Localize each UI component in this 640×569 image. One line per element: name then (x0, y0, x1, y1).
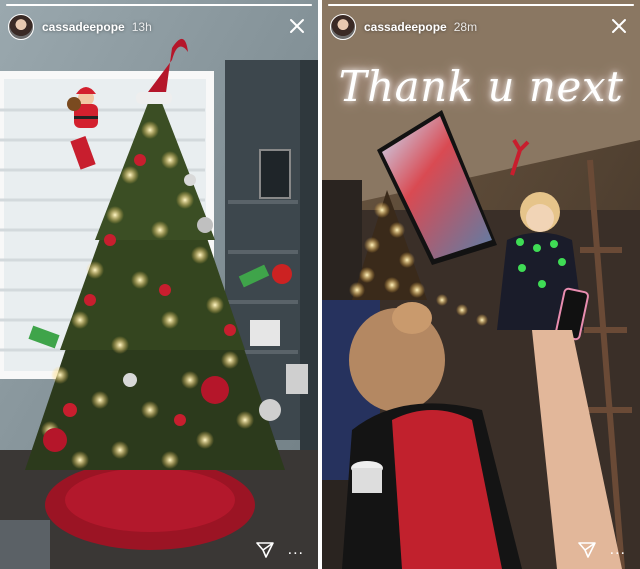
story-progress-fill (6, 4, 312, 6)
story-caption: Thank u next (338, 62, 624, 111)
avatar[interactable] (330, 14, 356, 40)
christmas-tree-photo (0, 0, 318, 569)
story-header: cassadeepope 13h (8, 12, 310, 42)
send-icon[interactable] (255, 541, 274, 559)
more-icon[interactable]: ... (288, 542, 304, 558)
story-progress-bar (328, 4, 634, 6)
story-progress-fill (328, 4, 634, 6)
close-icon[interactable] (608, 15, 630, 37)
timestamp: 28m (453, 20, 478, 34)
story-panel-left[interactable]: cassadeepope 13h ... (0, 0, 318, 569)
story-header: cassadeepope 28m (330, 12, 632, 42)
avatar[interactable] (8, 14, 34, 40)
story-panel-right[interactable]: cassadeepope 28m Thank u next ... (322, 0, 640, 569)
username[interactable]: cassadeepope (364, 20, 447, 34)
story-footer: ... (577, 541, 626, 559)
timestamp: 13h (131, 20, 152, 34)
username[interactable]: cassadeepope (42, 20, 125, 34)
story-progress-bar (6, 4, 312, 6)
send-icon[interactable] (577, 541, 596, 559)
more-icon[interactable]: ... (610, 542, 626, 558)
story-footer: ... (255, 541, 304, 559)
close-icon[interactable] (286, 15, 308, 37)
